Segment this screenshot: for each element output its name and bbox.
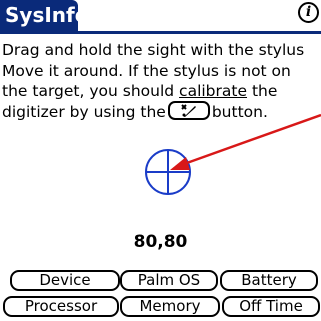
calibrate-word: calibrate <box>179 82 248 100</box>
stylus-calibrate-icon <box>181 104 196 117</box>
instruction-line-1: Drag and hold the sight with the stylus <box>2 41 305 59</box>
instruction-text: button. <box>211 102 268 121</box>
crosshair-target-icon[interactable] <box>145 149 191 195</box>
app-title-tab[interactable]: SysInfo <box>0 0 88 31</box>
instructions-text: Drag and hold the sight with the stylus … <box>2 40 320 122</box>
info-icon[interactable]: i <box>298 2 319 23</box>
battery-button[interactable]: Battery <box>220 270 318 291</box>
instruction-line-2: Move it around. If the stylus is not on <box>2 61 291 80</box>
calibrate-button[interactable] <box>167 101 210 120</box>
device-button[interactable]: Device <box>10 270 120 291</box>
processor-button[interactable]: Processor <box>3 296 119 317</box>
instruction-line-4: digitizer by using the button. <box>2 101 320 123</box>
title-bar: SysInfo i <box>0 0 321 36</box>
red-arrow <box>170 113 321 170</box>
instruction-text: digitizer by using the <box>2 102 166 121</box>
instruction-text: the target, you should <box>2 82 180 100</box>
palm-os-button[interactable]: Palm OS <box>120 270 218 291</box>
coordinate-readout: 80,80 <box>133 232 188 252</box>
off-time-button[interactable]: Off Time <box>222 296 320 317</box>
instruction-line-3: the target, you should calibrate the <box>2 81 320 102</box>
title-underline <box>0 31 321 34</box>
instruction-text: the <box>247 82 278 100</box>
memory-button[interactable]: Memory <box>120 296 220 317</box>
